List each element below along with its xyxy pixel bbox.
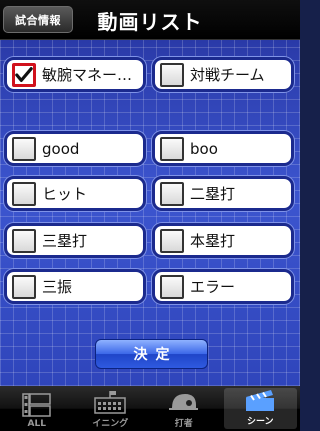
- option-label: good: [42, 139, 80, 158]
- checkbox-0[interactable]: [12, 62, 36, 87]
- navigation-bar: 試合情報 動画リスト: [0, 0, 300, 40]
- tab-label: イニング: [92, 419, 129, 429]
- tab-label: シーン: [246, 417, 274, 427]
- option-item-4[interactable]: ヒット: [4, 176, 146, 211]
- tab-bar: ALL イニング 打者 シーン: [0, 386, 300, 431]
- tab-all[interactable]: ALL: [0, 386, 74, 431]
- tab-scene[interactable]: シーン: [223, 388, 297, 429]
- checkbox-6[interactable]: [12, 228, 36, 253]
- content-area: 敏腕マネー… 対戦チーム good boo ヒット 二塁打 三塁打 本塁打 三振…: [0, 40, 300, 386]
- option-label: 対戦チーム: [190, 66, 265, 84]
- checkbox-2[interactable]: [12, 136, 36, 161]
- page-title: 動画リスト: [97, 9, 203, 34]
- option-label: 本塁打: [190, 232, 236, 250]
- decide-button[interactable]: 決定: [95, 339, 208, 369]
- option-label: ヒット: [42, 185, 88, 203]
- checkbox-8[interactable]: [12, 274, 36, 299]
- checkbox-5[interactable]: [160, 181, 184, 206]
- option-label: 二塁打: [190, 185, 236, 203]
- option-label: 三塁打: [42, 232, 88, 250]
- option-item-7[interactable]: 本塁打: [152, 223, 294, 258]
- checkmark-icon: [15, 66, 33, 82]
- option-label: 三振: [42, 278, 73, 296]
- option-item-3[interactable]: boo: [152, 131, 294, 166]
- tab-batter[interactable]: 打者: [147, 386, 221, 431]
- option-item-0[interactable]: 敏腕マネー…: [4, 57, 146, 92]
- checkbox-1[interactable]: [160, 62, 184, 87]
- option-item-8[interactable]: 三振: [4, 269, 146, 304]
- film-grid-icon: [22, 393, 51, 417]
- option-item-9[interactable]: エラー: [152, 269, 294, 304]
- option-item-1[interactable]: 対戦チーム: [152, 57, 294, 92]
- option-label: boo: [190, 139, 218, 158]
- option-item-6[interactable]: 三塁打: [4, 223, 146, 258]
- checkbox-4[interactable]: [12, 181, 36, 206]
- tab-inning[interactable]: イニング: [74, 386, 148, 431]
- scoreboard-icon: [94, 391, 126, 414]
- option-label: 敏腕マネー…: [42, 66, 133, 84]
- option-item-5[interactable]: 二塁打: [152, 176, 294, 211]
- option-item-2[interactable]: good: [4, 131, 146, 166]
- checkbox-9[interactable]: [160, 274, 184, 299]
- checkbox-7[interactable]: [160, 228, 184, 253]
- clapperboard-icon: [246, 390, 275, 411]
- checkbox-3[interactable]: [160, 136, 184, 161]
- option-label: エラー: [190, 278, 236, 296]
- tab-label: ALL: [27, 419, 46, 429]
- helmet-icon: [168, 394, 198, 410]
- tab-label: 打者: [174, 419, 193, 429]
